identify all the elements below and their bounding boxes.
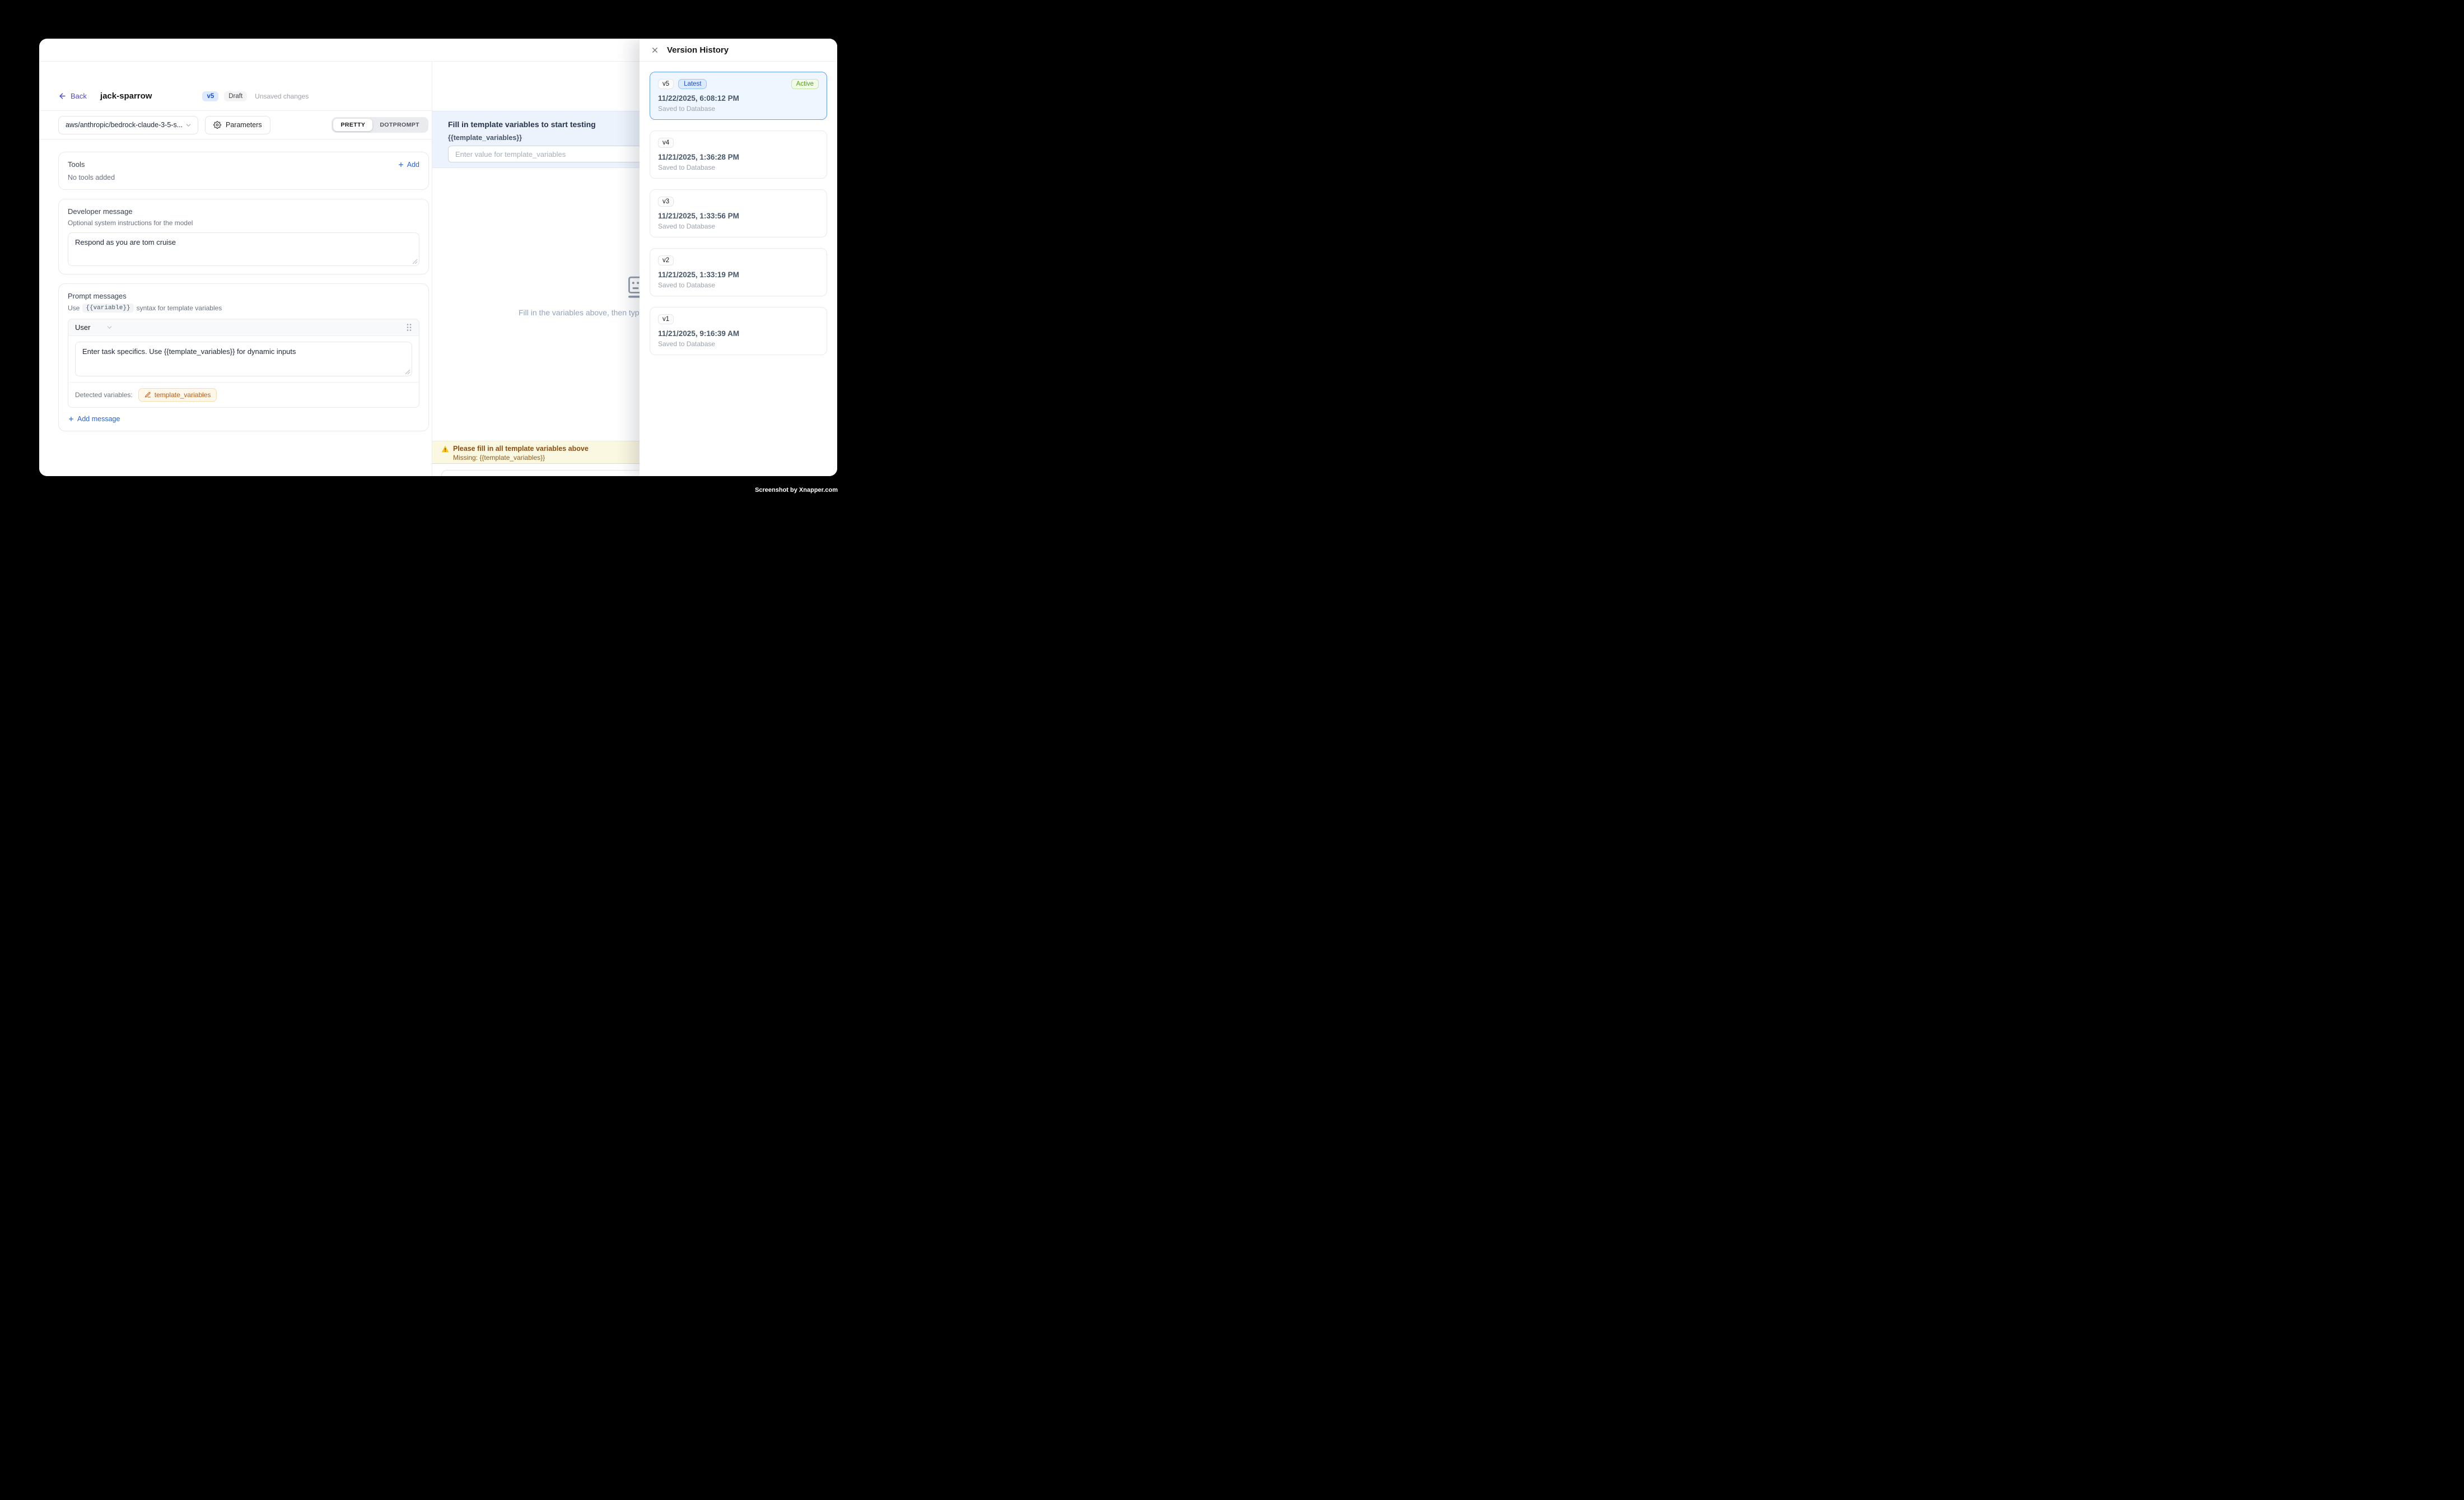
add-message-button[interactable]: Add message bbox=[68, 415, 419, 423]
model-toolbar: aws/anthropic/bedrock-claude-3-5-s... Pa… bbox=[39, 111, 432, 139]
back-arrow-icon bbox=[58, 92, 67, 100]
no-tools-text: No tools added bbox=[68, 174, 419, 181]
warning-title-text: Please fill in all template variables ab… bbox=[453, 445, 589, 453]
version-status: Saved to Database bbox=[658, 105, 819, 113]
screenshot-credit: Screenshot by Xnapper.com bbox=[755, 487, 838, 493]
editor-scroll-area: Tools Add No tools added Developer messa… bbox=[39, 139, 432, 476]
back-button[interactable]: Back bbox=[58, 92, 87, 100]
version-timestamp: 11/21/2025, 1:33:56 PM bbox=[658, 212, 819, 220]
developer-message-title: Developer message bbox=[68, 207, 419, 216]
page-header: Back jack-sparrow v5 Draft Unsaved chang… bbox=[39, 62, 432, 111]
variable-syntax-pill: {{variable}} bbox=[82, 304, 133, 313]
unsaved-changes-text: Unsaved changes bbox=[255, 92, 309, 100]
message-block: User Enter task specifics. U bbox=[68, 319, 419, 408]
drag-handle-icon[interactable] bbox=[406, 323, 412, 332]
plus-icon bbox=[398, 161, 404, 168]
empty-state-text: Fill in the variables above, then typ bbox=[519, 308, 640, 317]
app-window: Back jack-sparrow v5 Draft Unsaved chang… bbox=[39, 39, 837, 476]
page-title: jack-sparrow bbox=[100, 91, 152, 101]
version-status: Saved to Database bbox=[658, 340, 819, 348]
version-list: v5 Latest Active 11/22/2025, 6:08:12 PM … bbox=[640, 62, 837, 376]
version-timestamp: 11/21/2025, 1:33:19 PM bbox=[658, 271, 819, 279]
version-timestamp: 11/22/2025, 6:08:12 PM bbox=[658, 94, 819, 103]
developer-message-input[interactable]: Respond as you are tom cruise bbox=[68, 232, 419, 266]
version-status: Saved to Database bbox=[658, 222, 819, 230]
version-number-badge: v3 bbox=[658, 197, 674, 207]
version-status: Saved to Database bbox=[658, 281, 819, 289]
version-card[interactable]: v5 Latest Active 11/22/2025, 6:08:12 PM … bbox=[650, 72, 827, 120]
model-select-value: aws/anthropic/bedrock-claude-3-5-s... bbox=[66, 121, 183, 129]
version-number-badge: v5 bbox=[658, 79, 674, 89]
gear-icon bbox=[213, 121, 221, 129]
model-select[interactable]: aws/anthropic/bedrock-claude-3-5-s... bbox=[58, 116, 198, 134]
add-tool-label: Add bbox=[407, 161, 419, 169]
parameters-label: Parameters bbox=[226, 121, 262, 129]
parameters-button[interactable]: Parameters bbox=[205, 116, 270, 134]
version-number-badge: v2 bbox=[658, 255, 674, 265]
tab-pretty[interactable]: PRETTY bbox=[333, 119, 372, 131]
detected-variables-label: Detected variables: bbox=[75, 391, 133, 399]
warning-triangle-icon bbox=[441, 445, 449, 453]
chevron-down-icon bbox=[106, 324, 113, 331]
version-history-title: Version History bbox=[667, 45, 729, 55]
prompt-messages-card: Prompt messages Use {{variable}} syntax … bbox=[58, 283, 429, 431]
draft-badge: Draft bbox=[224, 91, 247, 101]
version-history-panel: Version History v5 Latest Active 11/22/2… bbox=[640, 39, 837, 476]
add-message-label: Add message bbox=[77, 415, 120, 423]
pencil-icon bbox=[144, 392, 151, 398]
prompt-messages-title: Prompt messages bbox=[68, 292, 419, 300]
version-number-badge: v4 bbox=[658, 138, 674, 148]
back-label: Back bbox=[71, 92, 87, 100]
tools-card: Tools Add No tools added bbox=[58, 152, 429, 190]
message-header: User bbox=[68, 319, 419, 336]
plus-icon bbox=[68, 416, 74, 422]
version-card[interactable]: v1 11/21/2025, 9:16:39 AM Saved to Datab… bbox=[650, 307, 827, 355]
version-card[interactable]: v3 11/21/2025, 1:33:56 PM Saved to Datab… bbox=[650, 189, 827, 237]
chevron-down-icon bbox=[185, 122, 192, 129]
hint-prefix: Use bbox=[68, 304, 80, 312]
detected-variables-row: Detected variables: template_variables bbox=[68, 382, 419, 407]
template-variable-chip[interactable]: template_variables bbox=[138, 388, 217, 402]
version-timestamp: 11/21/2025, 9:16:39 AM bbox=[658, 329, 819, 338]
add-tool-button[interactable]: Add bbox=[398, 161, 419, 169]
variable-chip-label: template_variables bbox=[155, 391, 211, 399]
close-icon[interactable] bbox=[651, 46, 659, 54]
view-mode-toggle: PRETTY DOTPROMPT bbox=[332, 117, 428, 133]
version-history-header: Version History bbox=[640, 39, 837, 62]
version-card[interactable]: v4 11/21/2025, 1:36:28 PM Saved to Datab… bbox=[650, 131, 827, 179]
active-badge: Active bbox=[791, 79, 819, 89]
tab-dotprompt[interactable]: DOTPROMPT bbox=[372, 119, 427, 131]
role-value: User bbox=[75, 323, 90, 332]
version-status: Saved to Database bbox=[658, 164, 819, 171]
latest-badge: Latest bbox=[678, 79, 707, 89]
version-number-badge: v1 bbox=[658, 314, 674, 324]
template-syntax-hint: Use {{variable}} syntax for template var… bbox=[68, 304, 419, 313]
tools-title: Tools bbox=[68, 160, 85, 169]
version-badge: v5 bbox=[202, 91, 218, 101]
hint-suffix: syntax for template variables bbox=[137, 304, 222, 312]
prompt-editor-column: Back jack-sparrow v5 Draft Unsaved chang… bbox=[39, 62, 432, 476]
user-message-input[interactable]: Enter task specifics. Use {{template_var… bbox=[75, 342, 412, 376]
developer-message-subtitle: Optional system instructions for the mod… bbox=[68, 219, 419, 227]
role-select[interactable]: User bbox=[75, 323, 113, 332]
developer-message-card: Developer message Optional system instru… bbox=[58, 199, 429, 274]
version-card[interactable]: v2 11/21/2025, 1:33:19 PM Saved to Datab… bbox=[650, 248, 827, 296]
version-timestamp: 11/21/2025, 1:36:28 PM bbox=[658, 153, 819, 161]
